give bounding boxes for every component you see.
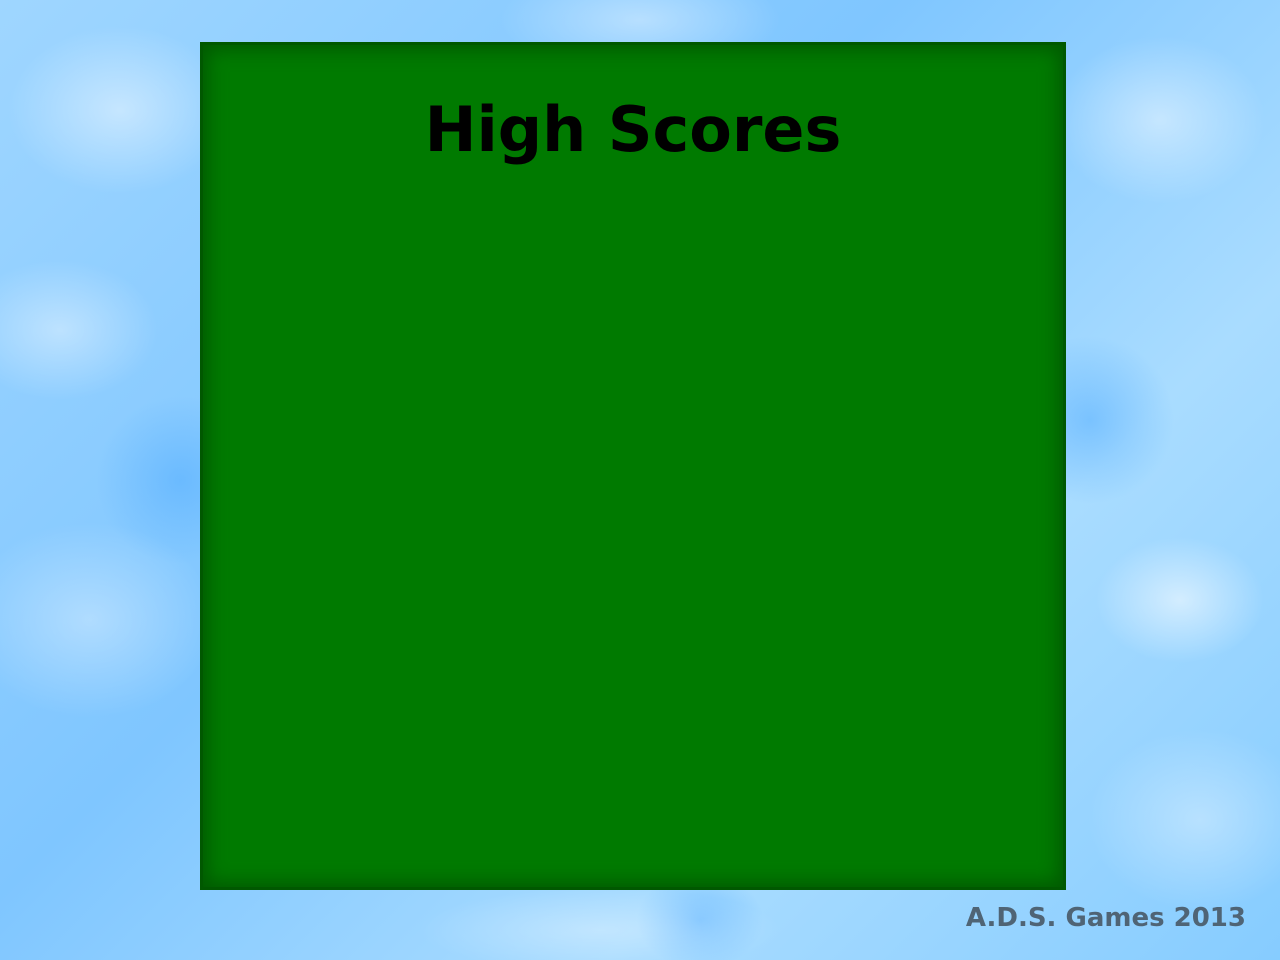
credit-text: A.D.S. Games 2013 [965,903,1246,933]
page-title: High Scores [424,93,842,166]
high-scores-panel: High Scores [200,42,1066,890]
